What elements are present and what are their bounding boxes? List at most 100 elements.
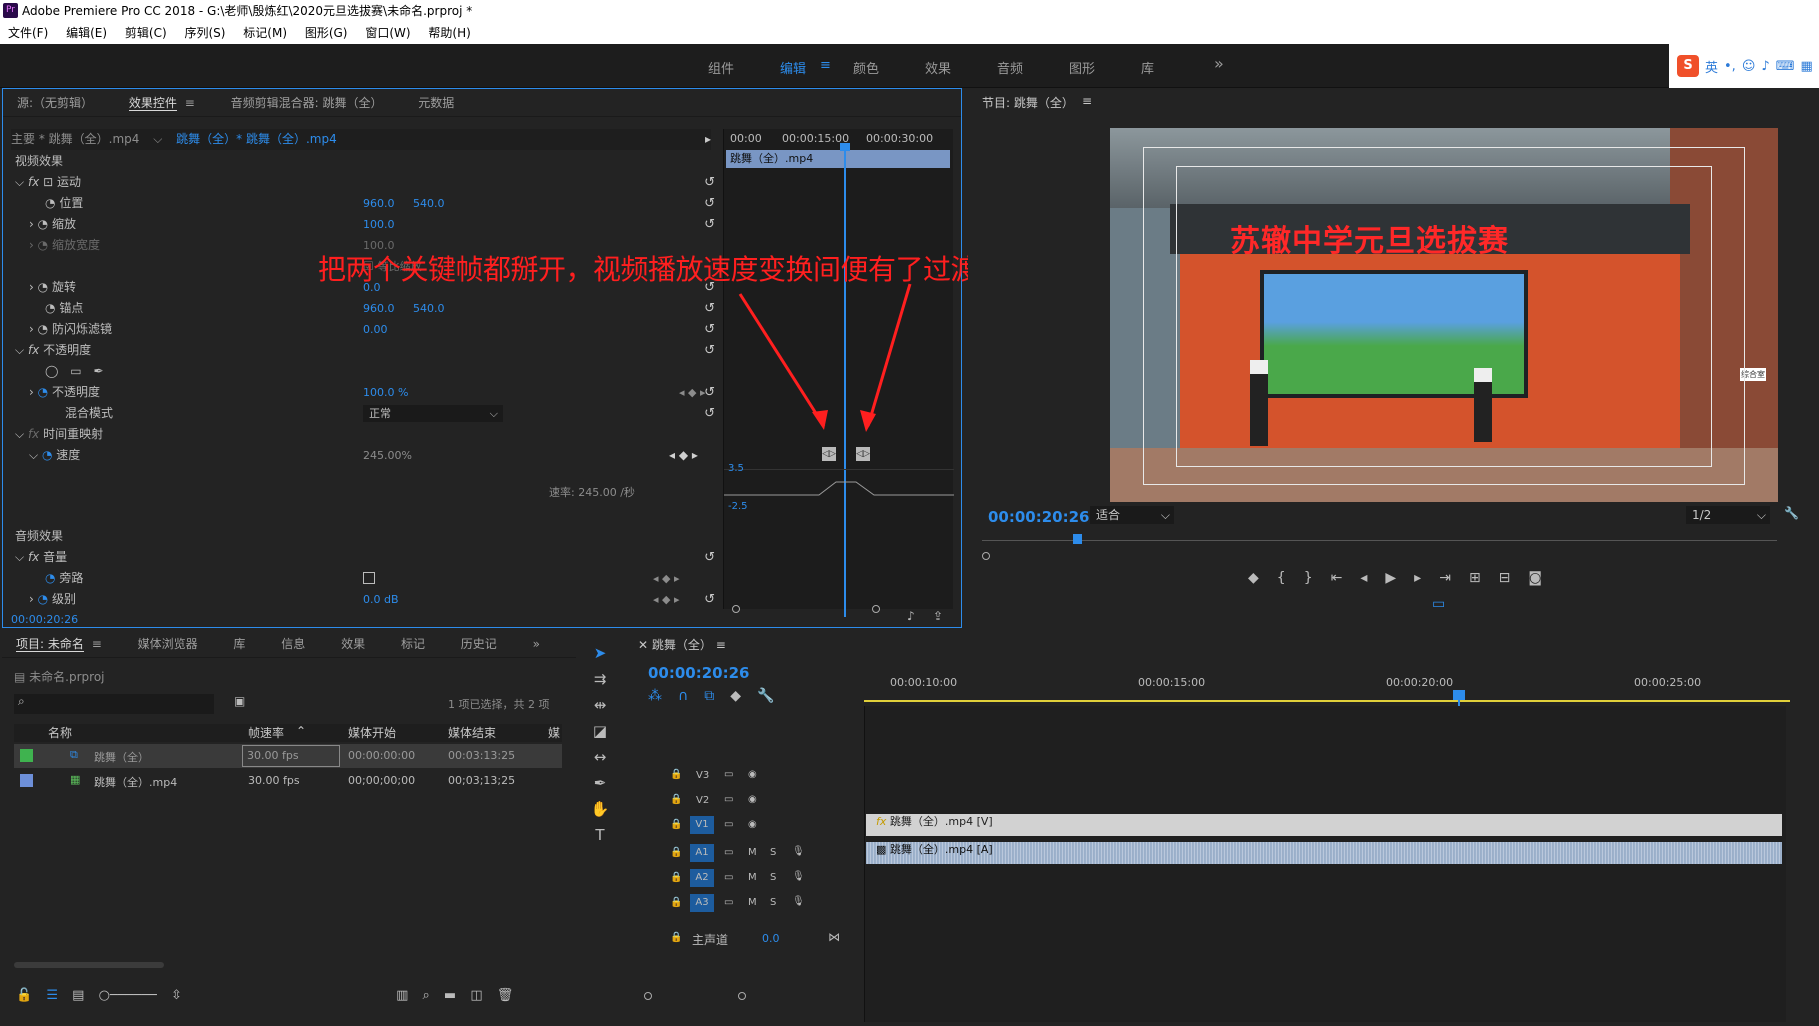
grid-icon[interactable]: ▦ bbox=[1800, 59, 1812, 74]
sort-icon[interactable]: ⇳ bbox=[171, 988, 182, 1003]
reset-icon[interactable]: ↺ bbox=[704, 193, 715, 214]
workspace-menu-icon[interactable]: ≡ bbox=[820, 58, 831, 73]
ime-lang[interactable]: 英 bbox=[1705, 57, 1718, 76]
play-icon[interactable]: ▶ bbox=[1385, 570, 1414, 586]
list-view-icon[interactable]: ☰ bbox=[46, 988, 58, 1003]
workspace-effects[interactable]: 效果 bbox=[925, 58, 951, 77]
sync-icon[interactable]: ▭ bbox=[724, 847, 733, 858]
step-back-icon[interactable]: ◂ bbox=[1360, 570, 1385, 586]
stopwatch-icon[interactable]: ◔ bbox=[38, 217, 48, 231]
sync-icon[interactable]: ▭ bbox=[724, 897, 733, 908]
chevron-right-icon[interactable]: › bbox=[29, 322, 34, 336]
close-icon[interactable]: ✕ bbox=[638, 638, 648, 652]
program-ruler[interactable] bbox=[982, 540, 1777, 541]
linked-icon[interactable]: ⧉ bbox=[704, 688, 730, 704]
stopwatch-icon[interactable]: ◔ bbox=[38, 322, 48, 336]
master-track[interactable]: 🔒 主声道 0.0 ⋈ bbox=[670, 928, 864, 952]
motion-row[interactable]: ⌵ fx ⊡ 运动 ↺ bbox=[15, 172, 721, 193]
resolution-dropdown[interactable]: 1/2 ⌵ bbox=[1686, 506, 1770, 524]
speed-keyframe-right[interactable]: ◁▷ bbox=[856, 447, 870, 461]
item-fps[interactable]: 30.00 fps bbox=[242, 745, 340, 767]
snap-icon[interactable]: ∩ bbox=[678, 688, 704, 704]
position-y[interactable]: 540.0 bbox=[413, 193, 445, 214]
mark-out-icon[interactable]: } bbox=[1304, 570, 1331, 586]
lock-icon[interactable]: 🔓 bbox=[16, 988, 32, 1003]
keyframe-nav-icon[interactable]: ◂ ◆ ▸ bbox=[653, 568, 680, 589]
more-workspaces-icon[interactable]: » bbox=[1214, 54, 1224, 73]
clip-selector[interactable]: 跳舞（全）* 跳舞（全）.mp4 bbox=[176, 132, 337, 146]
workspace-graphics[interactable]: 图形 bbox=[1069, 58, 1095, 77]
track-a1[interactable]: 🔒 A1 ▭ M S 🎙 bbox=[670, 842, 864, 866]
mark-in-icon[interactable]: { bbox=[1277, 570, 1304, 586]
zoom-handle[interactable] bbox=[732, 605, 740, 613]
chevron-down-icon[interactable]: ⌵ bbox=[15, 427, 24, 441]
level-value[interactable]: 0.0 dB bbox=[363, 589, 399, 610]
find-icon[interactable]: ⌕ bbox=[423, 988, 430, 1003]
emoji-icon[interactable]: ☺ bbox=[1742, 59, 1756, 74]
table-row[interactable]: ⧉ 跳舞（全） 30.00 fps 00:00:00:00 00:03:13:2… bbox=[14, 744, 562, 768]
tab-libraries[interactable]: 库 bbox=[233, 637, 245, 651]
nest-icon[interactable]: ⁂ bbox=[648, 688, 678, 704]
ripple-edit-icon[interactable]: ⇹ bbox=[582, 692, 618, 718]
opacity-value[interactable]: 100.0 % bbox=[363, 382, 408, 403]
vertical-scroll[interactable] bbox=[1786, 706, 1802, 1022]
eye-icon[interactable]: ◉ bbox=[748, 794, 757, 805]
master-volume[interactable]: 0.0 bbox=[762, 932, 780, 945]
workspace-audio[interactable]: 音频 bbox=[997, 58, 1023, 77]
video-clip[interactable]: fx 跳舞（全）.mp4 [V] bbox=[866, 814, 1782, 836]
panel-menu-icon[interactable]: ≡ bbox=[185, 96, 195, 110]
sync-icon[interactable]: ▭ bbox=[724, 769, 733, 780]
trash-icon[interactable]: 🗑 bbox=[497, 988, 514, 1003]
menu-window[interactable]: 窗口(W) bbox=[365, 26, 410, 40]
bowtie-icon[interactable]: ⋈ bbox=[828, 930, 840, 944]
play-triangle-icon[interactable]: ▸ bbox=[705, 129, 711, 150]
eye-icon[interactable]: ◉ bbox=[748, 769, 757, 780]
mute-icon[interactable]: M bbox=[748, 847, 757, 858]
mute-icon[interactable]: M bbox=[748, 897, 757, 908]
program-timecode[interactable]: 00:00:20:26 bbox=[988, 508, 1090, 526]
sort-up-icon[interactable]: ⌃ bbox=[296, 724, 306, 738]
stopwatch-icon[interactable]: ◔ bbox=[38, 280, 48, 294]
track-label[interactable]: A1 bbox=[690, 844, 714, 862]
track-v2[interactable]: 🔒 V2 ▭ ◉ bbox=[670, 789, 864, 813]
panel-menu-icon[interactable]: ≡ bbox=[92, 637, 102, 651]
menu-clip[interactable]: 剪辑(C) bbox=[125, 26, 167, 40]
lift-icon[interactable]: ⊞ bbox=[1469, 570, 1499, 586]
stopwatch-icon[interactable]: ◔ bbox=[42, 448, 52, 462]
new-bin-icon[interactable]: ▣ bbox=[234, 694, 245, 708]
scale-value[interactable]: 100.0 bbox=[363, 214, 395, 235]
track-a3[interactable]: 🔒 A3 ▭ M S 🎙 bbox=[670, 892, 864, 916]
go-to-out-icon[interactable]: ⇥ bbox=[1439, 570, 1469, 586]
anchor-x[interactable]: 960.0 bbox=[363, 298, 395, 319]
clip-bar[interactable]: 跳舞（全）.mp4 bbox=[726, 150, 950, 168]
extract-icon[interactable]: ⊟ bbox=[1499, 570, 1529, 586]
time-remap-row[interactable]: ⌵ fx 时间重映射 bbox=[15, 424, 103, 445]
audio-clip[interactable]: ▩ 跳舞（全）.mp4 [A] bbox=[866, 842, 1782, 864]
master-clip-label[interactable]: 主要 * 跳舞（全）.mp4 bbox=[11, 132, 139, 146]
automate-icon[interactable]: ▥ bbox=[396, 988, 408, 1003]
chevron-right-icon[interactable]: › bbox=[29, 592, 34, 606]
chevron-down-icon[interactable]: ⌵ bbox=[15, 550, 24, 564]
tab-markers[interactable]: 标记 bbox=[401, 637, 425, 651]
type-icon[interactable]: T bbox=[582, 822, 618, 848]
mic-icon[interactable]: 🎙 bbox=[792, 871, 805, 882]
tab-media-browser[interactable]: 媒体浏览器 bbox=[138, 637, 198, 651]
slip-icon[interactable]: ↔ bbox=[582, 744, 618, 770]
search-input[interactable]: ⌕ bbox=[14, 694, 214, 714]
reset-icon[interactable]: ↺ bbox=[704, 214, 715, 235]
razor-icon[interactable]: ◪ bbox=[582, 718, 618, 744]
rectangle-mask-icon[interactable]: ▭ bbox=[70, 364, 81, 378]
mute-icon[interactable]: M bbox=[748, 872, 757, 883]
track-label[interactable]: A2 bbox=[690, 869, 714, 887]
punct-icon[interactable]: •, bbox=[1724, 59, 1736, 74]
tab-project[interactable]: 项目: 未命名 bbox=[16, 637, 84, 652]
chevron-right-icon[interactable]: › bbox=[29, 280, 34, 294]
menu-marker[interactable]: 标记(M) bbox=[243, 26, 287, 40]
pen-mask-icon[interactable]: ✒ bbox=[93, 364, 103, 378]
lock-icon[interactable]: 🔒 bbox=[670, 847, 682, 858]
menu-help[interactable]: 帮助(H) bbox=[428, 26, 470, 40]
safe-margins-icon[interactable]: ▭ bbox=[1432, 596, 1445, 612]
sync-icon[interactable]: ▭ bbox=[724, 872, 733, 883]
selection-tool-icon[interactable]: ➤ bbox=[582, 640, 618, 666]
volume-row[interactable]: ⌵ fx 音量 ↺ bbox=[15, 547, 721, 568]
